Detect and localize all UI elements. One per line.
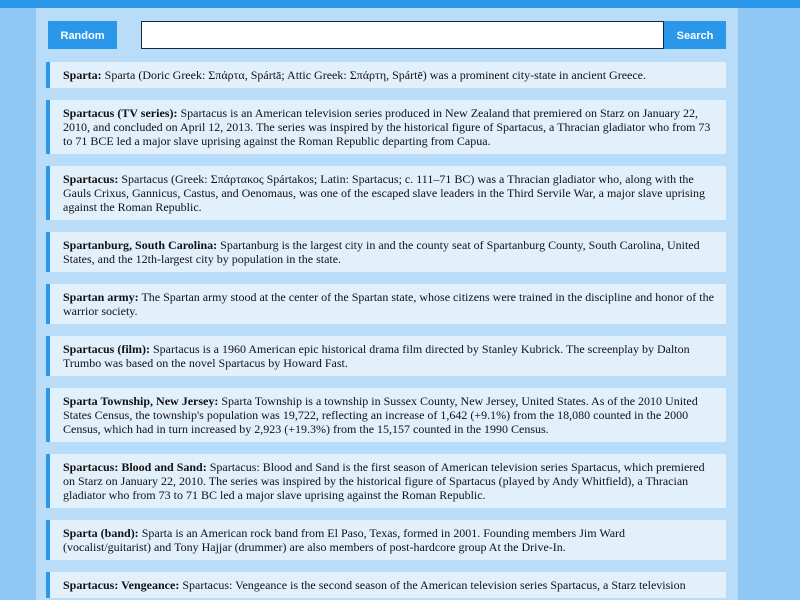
result-text: Sparta (Doric Greek: Σπάρτα, Spártā; Att… [104,68,647,82]
result-item[interactable]: Spartacus (TV series): Spartacus is an A… [46,100,726,154]
result-text: Sparta is an American rock band from El … [63,526,626,554]
result-item[interactable]: Sparta Township, New Jersey: Sparta Town… [46,388,726,442]
result-title: Spartacus: Blood and Sand: [63,460,207,474]
result-item[interactable]: Sparta: Sparta (Doric Greek: Σπάρτα, Spá… [46,62,726,88]
result-title: Spartacus: [63,172,119,186]
result-item[interactable]: Spartanburg, South Carolina: Spartanburg… [46,232,726,272]
result-item[interactable]: Spartacus: Vengeance: Spartacus: Vengean… [46,572,726,598]
result-title: Sparta (band): [63,526,139,540]
random-button[interactable]: Random [48,21,117,49]
top-accent-bar [0,0,800,8]
main-panel: Random Search Sparta: Sparta (Doric Gree… [36,8,738,600]
result-title: Spartacus: Vengeance: [63,578,180,592]
results-list: Sparta: Sparta (Doric Greek: Σπάρτα, Spá… [46,62,726,600]
result-text: The Spartan army stood at the center of … [63,290,714,318]
result-item[interactable]: Spartacus: Spartacus (Greek: Σπάρτακος S… [46,166,726,220]
result-title: Spartanburg, South Carolina: [63,238,218,252]
result-text: Spartacus: Vengeance is the second seaso… [182,578,686,592]
result-item[interactable]: Spartacus: Blood and Sand: Spartacus: Bl… [46,454,726,508]
search-input[interactable] [141,21,664,49]
result-item[interactable]: Spartan army: The Spartan army stood at … [46,284,726,324]
result-title: Spartan army: [63,290,139,304]
result-title: Sparta: [63,68,102,82]
result-text: Spartacus is a 1960 American epic histor… [63,342,690,370]
search-toolbar: Random Search [48,21,726,49]
result-item[interactable]: Spartacus (film): Spartacus is a 1960 Am… [46,336,726,376]
result-text: Spartacus (Greek: Σπάρτακος Spártakos; L… [63,172,705,214]
result-title: Spartacus (TV series): [63,106,178,120]
result-item[interactable]: Sparta (band): Sparta is an American roc… [46,520,726,560]
result-title: Sparta Township, New Jersey: [63,394,219,408]
search-button[interactable]: Search [664,21,726,49]
result-title: Spartacus (film): [63,342,150,356]
